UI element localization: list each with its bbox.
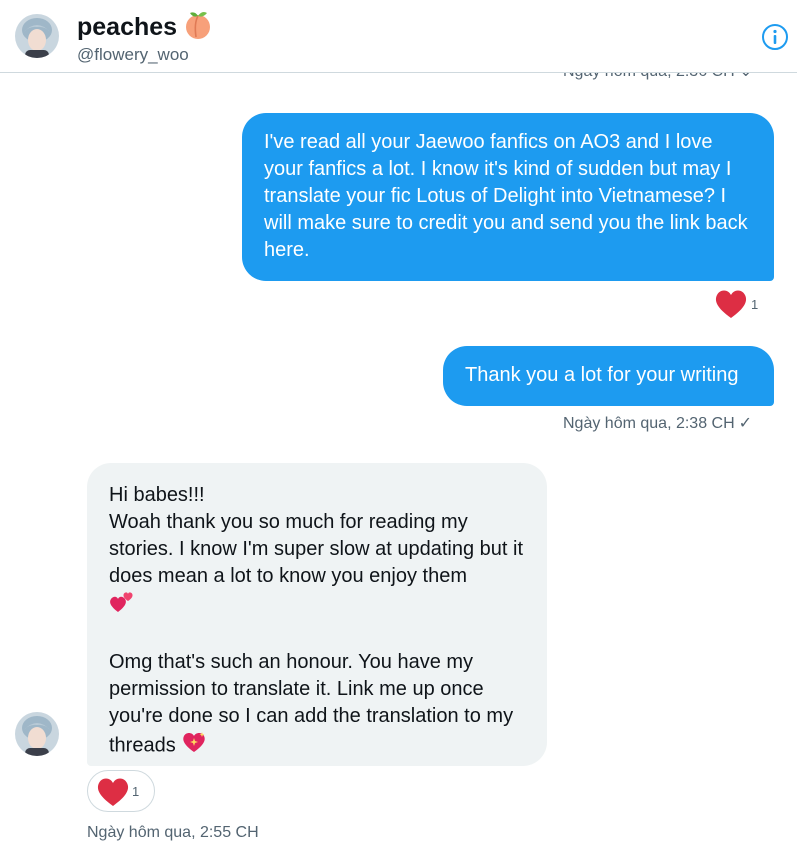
user-handle: @flowery_woo [77,45,189,64]
message-line: Omg that's such an honour. You have my p… [109,651,514,757]
sender-avatar[interactable] [15,712,59,756]
message-line: Hi babes!!! [109,484,205,506]
avatar-image [15,712,59,756]
outgoing-message[interactable]: Thank you a lot for your writing [443,346,774,406]
message-reaction[interactable]: 1 [714,289,764,323]
conversation-header: peaches @flowery_woo [0,0,797,73]
avatar-image [15,14,59,58]
reaction-count: 1 [751,297,759,312]
outgoing-message[interactable]: I've read all your Jaewoo fanfics on AO3… [242,113,774,281]
message-text: Thank you a lot for your writing [465,364,739,386]
peach-emoji [183,10,213,47]
heart-icon [715,290,747,318]
avatar[interactable] [15,14,59,58]
message-line: Woah thank you so much for reading my st… [109,511,524,587]
heart-icon [97,778,129,806]
checkmark-icon: ✓ [738,415,753,432]
info-icon [762,24,788,50]
display-name: peaches [77,10,213,47]
sparkling-heart-emoji [181,730,207,762]
info-button[interactable] [761,23,789,51]
reaction-count: 1 [132,784,140,799]
message-timestamp: Ngày hôm qua, 2:55 CH [87,824,259,841]
display-name-text: peaches [77,13,178,42]
message-text: I've read all your Jaewoo fanfics on AO3… [264,131,748,261]
message-reaction[interactable]: 1 [87,770,155,812]
two-hearts-emoji [109,590,135,622]
incoming-message[interactable]: Hi babes!!! Woah thank you so much for r… [87,463,547,766]
message-timestamp: Ngày hôm qua, 2:38 CH ✓ [563,415,753,432]
